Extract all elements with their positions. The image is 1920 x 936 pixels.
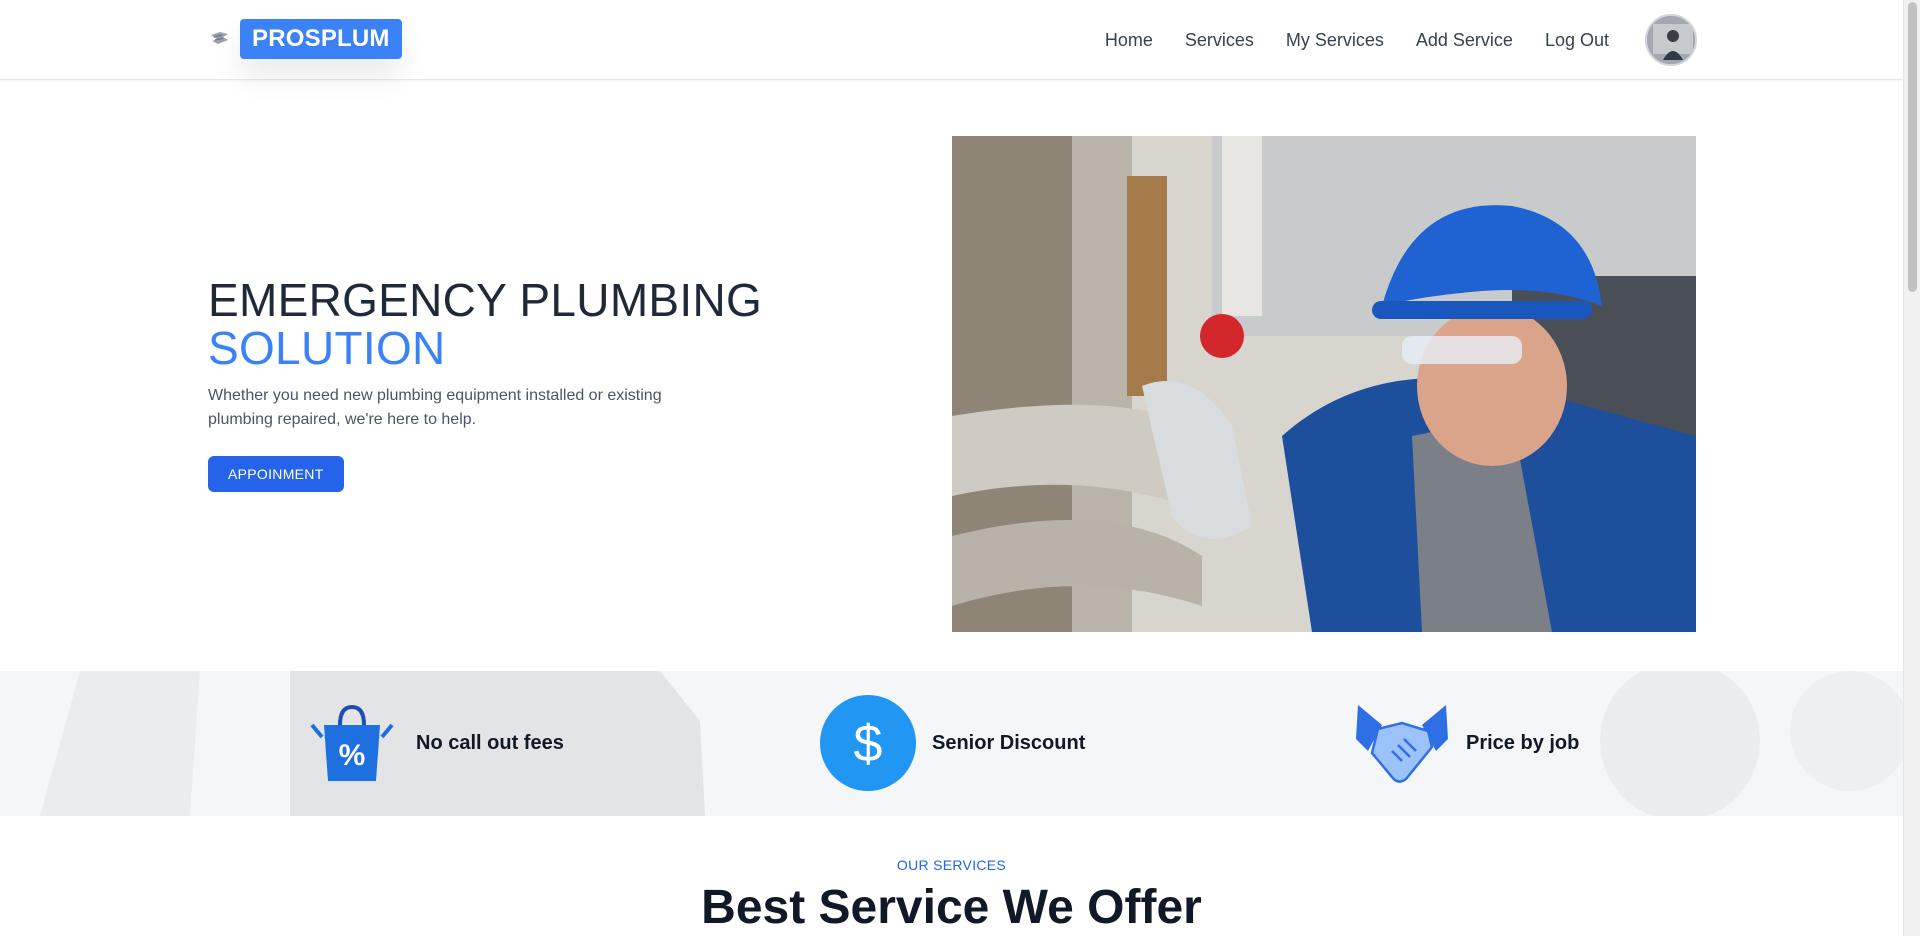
features-strip: % No call out fees $ Senior Discount Pri… [0, 671, 1903, 816]
hero-title-line1: EMERGENCY PLUMBING [208, 274, 763, 326]
feature-label: No call out fees [416, 731, 564, 754]
hero-content: EMERGENCY PLUMBING SOLUTION Whether you … [208, 276, 768, 492]
feature-label: Senior Discount [932, 731, 1086, 754]
logo-icon [211, 32, 228, 44]
plumber-photo-icon [952, 136, 1696, 632]
services-title: Best Service We Offer [701, 881, 1202, 934]
hero-title-line2: SOLUTION [208, 322, 446, 374]
discount-bag-icon: % [310, 704, 394, 781]
feature-no-call-out-fees: % No call out fees [304, 695, 564, 791]
nav-home[interactable]: Home [1105, 30, 1153, 51]
main-nav: Home Services My Services Add Service Lo… [1073, 0, 1609, 80]
svg-text:%: % [339, 739, 366, 772]
feature-senior-discount: $ Senior Discount [820, 695, 1085, 791]
svg-text:$: $ [854, 715, 883, 773]
feature-label: Price by job [1466, 731, 1580, 754]
page-scrollbar[interactable] [1903, 0, 1920, 936]
hero-subtitle: Whether you need new plumbing equipment … [208, 387, 662, 428]
logo-text: PROSPLUM [240, 19, 402, 59]
services-tag: OUR SERVICES [896, 857, 1007, 873]
hero-image [952, 136, 1696, 632]
nav-add-service[interactable]: Add Service [1416, 30, 1513, 51]
avatar-icon [1647, 16, 1695, 64]
scrollbar-thumb[interactable] [1908, 2, 1917, 292]
handshake-icon [1356, 705, 1448, 783]
brand-logo[interactable]: PROSPLUM [208, 19, 402, 59]
dollar-icon: $ [820, 695, 916, 791]
nav-services[interactable]: Services [1185, 30, 1254, 51]
hero-title: EMERGENCY PLUMBING SOLUTION [208, 276, 768, 372]
user-avatar[interactable] [1645, 14, 1697, 66]
site-header: PROSPLUM Home Services My Services Add S… [0, 0, 1903, 80]
nav-log-out[interactable]: Log Out [1545, 30, 1609, 51]
nav-my-services[interactable]: My Services [1286, 30, 1384, 51]
appointment-button[interactable]: APPOINMENT [208, 456, 344, 492]
feature-price-by-job: Price by job [1354, 695, 1579, 791]
